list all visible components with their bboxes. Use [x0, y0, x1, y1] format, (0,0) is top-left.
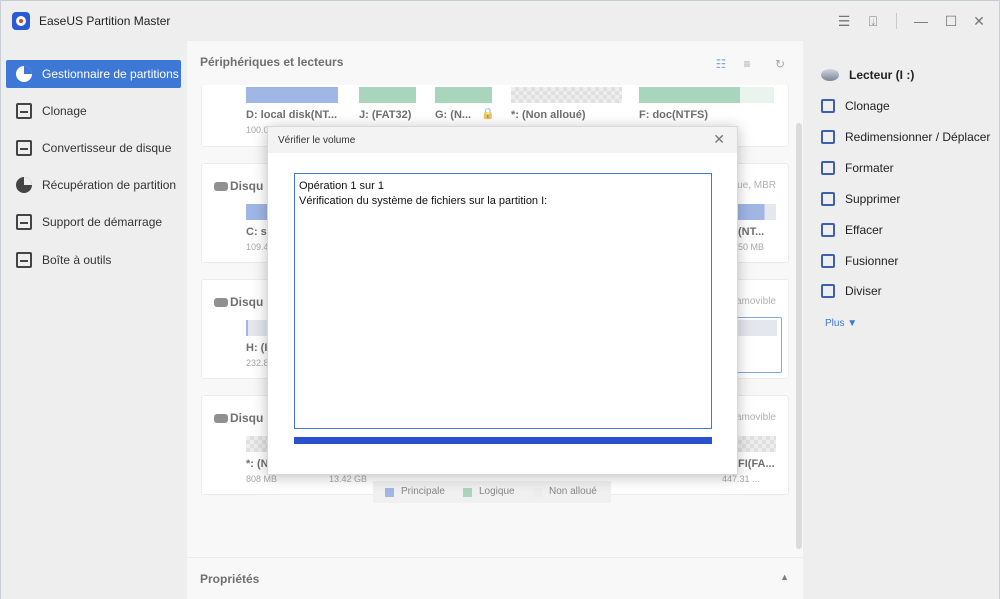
close-icon[interactable]: ✕: [971, 13, 987, 29]
sidebar-item-label: Support de démarrage: [42, 215, 163, 229]
action-delete[interactable]: Supprimer: [821, 189, 900, 209]
dialog-close-icon[interactable]: ✕: [713, 132, 725, 146]
sidebar-item-label: Récupération de partition: [42, 178, 177, 192]
title-separator: [896, 13, 897, 29]
clone-icon: [821, 99, 835, 113]
merge-icon: [821, 254, 835, 268]
recovery-icon: [16, 177, 32, 193]
log-line: Opération 1 sur 1: [299, 180, 384, 192]
resize-icon: [821, 130, 835, 144]
format-icon: [821, 161, 835, 175]
action-resize-move[interactable]: Redimensionner / Déplacer: [821, 127, 990, 147]
sidebar-item-label: Gestionnaire de partitions: [42, 67, 179, 81]
action-split[interactable]: Diviser: [821, 281, 882, 301]
sidebar-item-clone[interactable]: Clonage: [6, 97, 181, 125]
sidebar-item-toolbox[interactable]: Boîte à outils: [6, 246, 181, 274]
app-window: EaseUS Partition Master ☰ ⍗ — ☐ ✕ Gestio…: [0, 0, 1000, 599]
selected-drive-label: Lecteur (I :): [849, 68, 915, 82]
app-title: EaseUS Partition Master: [39, 14, 171, 28]
action-merge[interactable]: Fusionner: [821, 251, 898, 271]
dialog-title-bar: Vérifier le volume ✕: [268, 127, 737, 153]
more-label: Plus: [825, 318, 845, 329]
progress-bar: [294, 437, 712, 444]
trash-icon: [821, 192, 835, 206]
action-label: Fusionner: [845, 254, 899, 268]
action-label: Supprimer: [845, 192, 901, 206]
action-label: Clonage: [845, 99, 890, 113]
actions-panel: Lecteur (I :) Clonage Redimensionner / D…: [803, 41, 999, 599]
split-icon: [821, 284, 835, 298]
download-icon[interactable]: ⍗: [865, 13, 881, 29]
action-label: Formater: [845, 161, 894, 175]
minimize-icon[interactable]: —: [913, 13, 929, 29]
action-label: Redimensionner / Déplacer: [845, 130, 991, 144]
sidebar-item-partition-manager[interactable]: Gestionnaire de partitions: [6, 60, 181, 88]
convert-disk-icon: [16, 140, 32, 156]
chevron-down-icon: ▼: [847, 318, 858, 329]
action-clone[interactable]: Clonage: [821, 96, 890, 116]
pie-chart-icon: [16, 66, 32, 82]
sidebar-item-disk-converter[interactable]: Convertisseur de disque: [6, 134, 181, 162]
sidebar-item-boot-media[interactable]: Support de démarrage: [6, 208, 181, 236]
operation-log: Opération 1 sur 1 Vérification du systèm…: [294, 173, 712, 429]
toolbox-icon: [16, 252, 32, 268]
selected-drive-header: Lecteur (I :): [821, 65, 914, 85]
log-line: Vérification du système de fichiers sur …: [299, 195, 548, 207]
check-volume-dialog: Vérifier le volume ✕ Opération 1 sur 1 V…: [267, 126, 738, 475]
title-bar: EaseUS Partition Master ☰ ⍗ — ☐ ✕: [1, 1, 999, 41]
eraser-icon: [821, 223, 835, 237]
sidebar-item-label: Boîte à outils: [42, 253, 112, 267]
action-label: Diviser: [845, 284, 882, 298]
drive-icon: [821, 69, 839, 81]
clone-icon: [16, 103, 32, 119]
more-actions-link[interactable]: Plus ▼: [825, 318, 857, 329]
action-label: Effacer: [845, 223, 883, 237]
action-format[interactable]: Formater: [821, 158, 894, 178]
maximize-icon[interactable]: ☐: [943, 13, 959, 29]
app-logo-icon: [12, 12, 30, 30]
sidebar-item-partition-recovery[interactable]: Récupération de partition: [6, 171, 181, 199]
sidebar-item-label: Clonage: [42, 104, 87, 118]
boot-media-icon: [16, 214, 32, 230]
action-wipe[interactable]: Effacer: [821, 220, 883, 240]
sidebar: Gestionnaire de partitions Clonage Conve…: [1, 41, 187, 599]
sidebar-item-label: Convertisseur de disque: [42, 141, 172, 155]
progress-bar-fill: [294, 437, 712, 444]
notes-icon[interactable]: ☰: [836, 13, 852, 29]
dialog-title: Vérifier le volume: [278, 135, 356, 146]
